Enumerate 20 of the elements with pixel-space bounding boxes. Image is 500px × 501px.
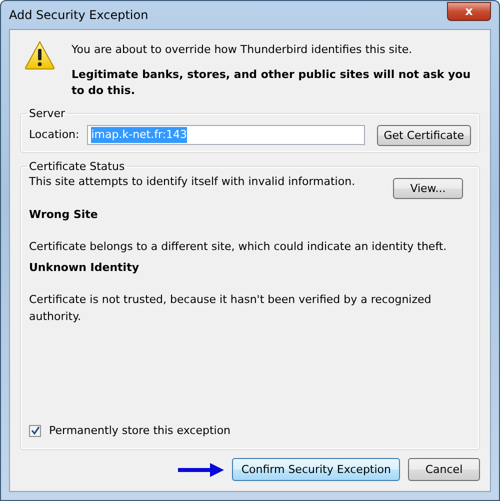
problem-description: Certificate belongs to a different site, which could indicate an identity theft. <box>29 239 448 255</box>
warning-text: Legitimate banks, stores, and other public sites will not ask you to do this. <box>72 66 472 99</box>
close-button[interactable]: x <box>447 2 491 20</box>
checkbox-label: Permanently store this exception <box>49 422 231 438</box>
permanent-checkbox[interactable] <box>29 424 41 437</box>
view-button[interactable]: View... <box>393 178 463 198</box>
window-title: Add Security Exception <box>9 7 148 24</box>
warning-text: You are about to override how Thunderbird identifies this site. <box>72 42 414 58</box>
problem-title: Wrong Site <box>29 206 99 222</box>
get-certificate-button[interactable]: Get Certificate <box>376 124 471 146</box>
cancel-button[interactable]: Cancel <box>408 458 480 481</box>
fieldset-legend: Server <box>27 108 68 118</box>
field-label: Location: <box>29 126 80 143</box>
problem-description: Certificate is not trusted, because it hasn't been verified by a recognized authority. <box>29 292 432 324</box>
problem-title: Unknown Identity <box>29 260 140 276</box>
status-summary: This site attempts to identify itself with invalid information. <box>29 174 356 190</box>
confirm-button[interactable]: Confirm Security Exception <box>232 458 400 481</box>
warning-icon <box>24 38 56 72</box>
annotation-arrow <box>178 462 224 478</box>
fieldset-legend: Certificate Status <box>27 160 127 172</box>
